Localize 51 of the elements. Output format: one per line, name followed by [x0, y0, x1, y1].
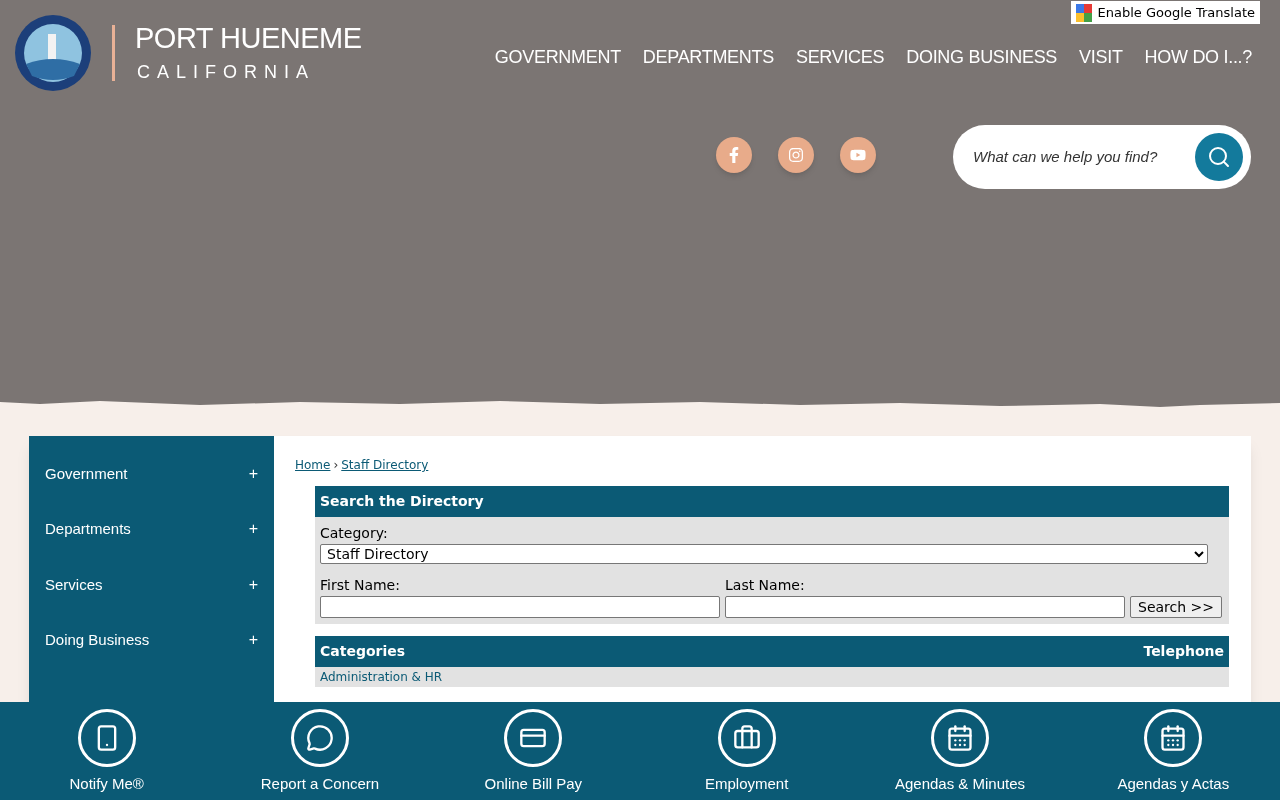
- field-label: First Name:: [320, 576, 401, 595]
- speech-bubble-icon: [306, 724, 334, 752]
- category-dropdown[interactable]: Staff Directory: [320, 544, 1208, 564]
- breadcrumb-link[interactable]: Home: [295, 456, 331, 474]
- breadcrumb-separator: ›: [333, 457, 339, 474]
- instagram-icon: [788, 147, 804, 163]
- social-link[interactable]: [840, 137, 876, 173]
- expand-toggle[interactable]: +: [248, 517, 258, 542]
- search-input[interactable]: What can we help you find?: [973, 145, 1195, 169]
- google-translate-button[interactable]: Enable Google Translate: [1070, 1, 1260, 24]
- social-link[interactable]: [716, 137, 752, 173]
- nav-link[interactable]: VISIT: [1079, 44, 1123, 71]
- quick-link[interactable]: Report a Concern: [213, 702, 427, 800]
- column-header: Telephone: [1143, 642, 1224, 661]
- expand-toggle[interactable]: +: [248, 572, 258, 597]
- site-subtitle: CALIFORNIA: [137, 60, 317, 84]
- search-field[interactable]: What can we help you find?: [953, 125, 1251, 189]
- youtube-icon: [850, 147, 866, 163]
- calendar-icon: [1159, 724, 1188, 752]
- nav-link[interactable]: GOVERNMENT: [494, 44, 621, 71]
- sidebar-item[interactable]: Departments: [45, 518, 131, 541]
- field-label: Last Name:: [725, 576, 806, 595]
- section-header: Search the Directory: [315, 486, 1229, 517]
- expand-toggle[interactable]: +: [248, 461, 258, 486]
- quick-link[interactable]: Employment: [640, 702, 854, 800]
- column-header: Categories: [320, 642, 406, 661]
- table-row: Administration & HR: [315, 667, 1229, 687]
- quick-link[interactable]: Agendas y Actas: [1066, 702, 1280, 800]
- social-link[interactable]: [778, 137, 814, 173]
- sidebar-item[interactable]: Services: [45, 573, 103, 596]
- breadcrumb-link[interactable]: Staff Directory: [341, 456, 429, 474]
- expand-toggle[interactable]: +: [248, 628, 258, 653]
- sidebar-item[interactable]: Government: [45, 462, 128, 485]
- first-name-input[interactable]: [320, 596, 720, 618]
- nav-link[interactable]: DOING BUSINESS: [906, 44, 1058, 71]
- quick-link[interactable]: Online Bill Pay: [426, 702, 640, 800]
- search-submit-button[interactable]: Search >>: [1130, 596, 1222, 618]
- site-title: PORT HUENEME: [135, 20, 362, 55]
- nav-link[interactable]: HOW DO I...?: [1144, 44, 1252, 71]
- search-icon: [1207, 145, 1231, 169]
- nav-link[interactable]: SERVICES: [795, 44, 885, 71]
- sidebar-item[interactable]: Doing Business: [45, 629, 150, 652]
- briefcase-icon: [732, 724, 761, 752]
- search-button[interactable]: [1195, 133, 1243, 181]
- last-name-input[interactable]: [725, 596, 1125, 618]
- field-label: Category:: [320, 524, 389, 543]
- quick-link[interactable]: Agendas & Minutes: [853, 702, 1067, 800]
- quick-link[interactable]: Notify Me®: [0, 702, 214, 800]
- nav-link[interactable]: DEPARTMENTS: [642, 44, 774, 71]
- calendar-icon: [945, 724, 974, 752]
- google-translate-icon: [1075, 3, 1092, 22]
